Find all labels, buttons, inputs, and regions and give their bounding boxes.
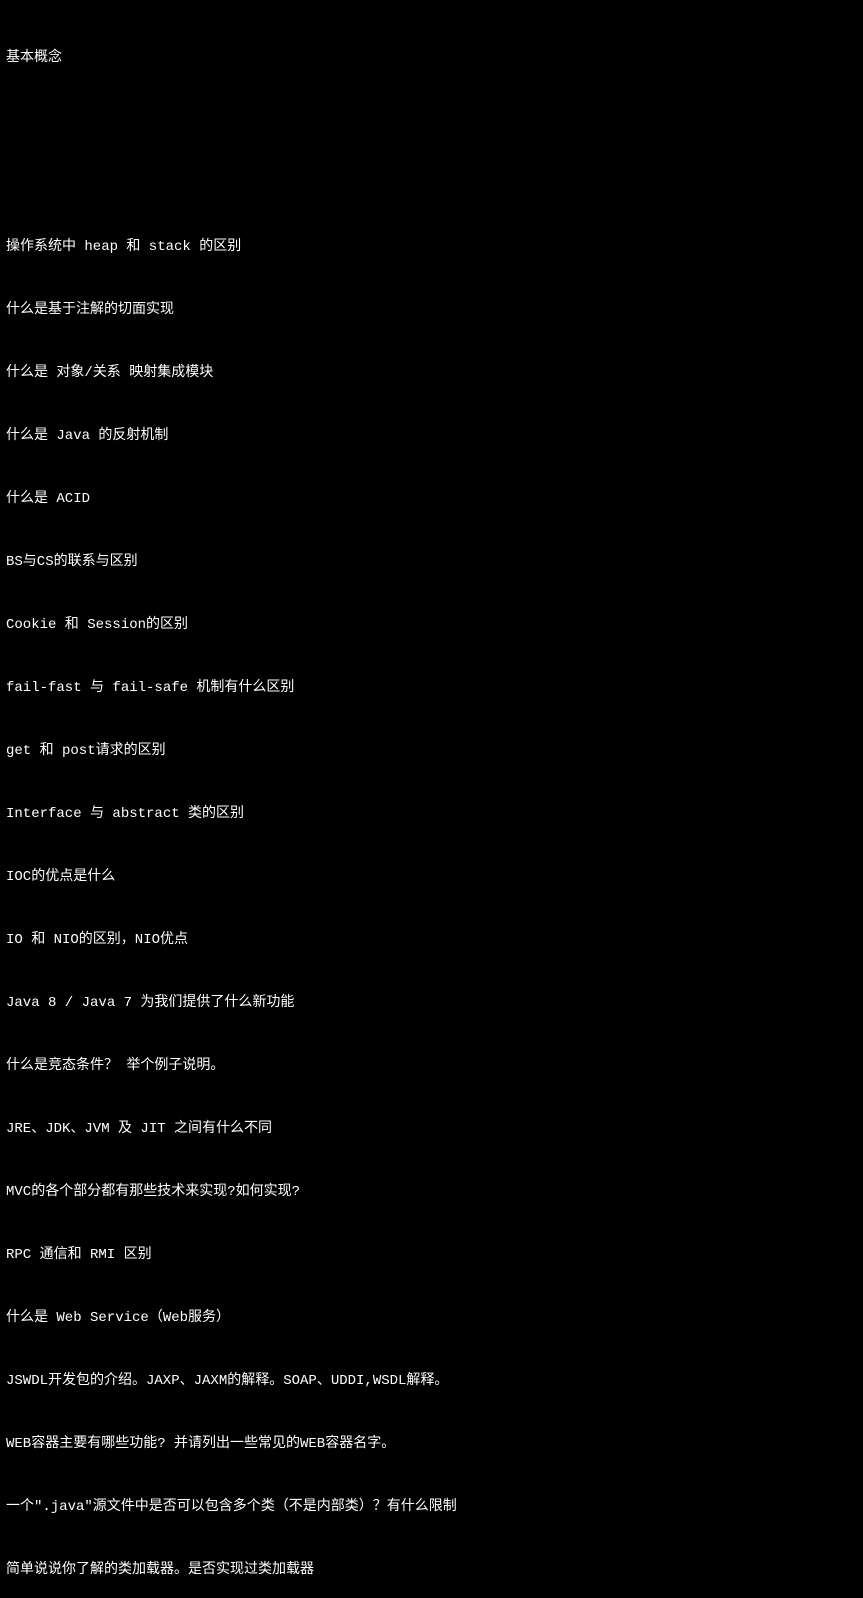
text-line: Cookie 和 Session的区别 [6,615,857,636]
text-line: IO 和 NIO的区别，NIO优点 [6,930,857,951]
text-line: IOC的优点是什么 [6,867,857,888]
text-line: get 和 post请求的区别 [6,741,857,762]
text-line: 什么是竞态条件？ 举个例子说明。 [6,1056,857,1077]
text-line [6,111,857,132]
terminal-output: 基本概念 操作系统中 heap 和 stack 的区别 什么是基于注解的切面实现… [6,6,857,1598]
text-line: WEB容器主要有哪些功能? 并请列出一些常见的WEB容器名字。 [6,1434,857,1455]
text-line: 基本概念 [6,48,857,69]
text-line: 操作系统中 heap 和 stack 的区别 [6,237,857,258]
text-line: RPC 通信和 RMI 区别 [6,1245,857,1266]
text-line: fail-fast 与 fail-safe 机制有什么区别 [6,678,857,699]
text-line: 什么是基于注解的切面实现 [6,300,857,321]
text-line: 一个".java"源文件中是否可以包含多个类（不是内部类）？有什么限制 [6,1497,857,1518]
text-line: 什么是 ACID [6,489,857,510]
text-line: BS与CS的联系与区别 [6,552,857,573]
text-line: 什么是 Web Service（Web服务） [6,1308,857,1329]
text-line: Interface 与 abstract 类的区别 [6,804,857,825]
text-line: 什么是 对象/关系 映射集成模块 [6,363,857,384]
text-line [6,174,857,195]
text-line: 简单说说你了解的类加载器。是否实现过类加载器 [6,1560,857,1581]
text-line: Java 8 / Java 7 为我们提供了什么新功能 [6,993,857,1014]
text-line: JRE、JDK、JVM 及 JIT 之间有什么不同 [6,1119,857,1140]
text-line: 什么是 Java 的反射机制 [6,426,857,447]
text-line: JSWDL开发包的介绍。JAXP、JAXM的解释。SOAP、UDDI,WSDL解… [6,1371,857,1392]
text-line: MVC的各个部分都有那些技术来实现?如何实现? [6,1182,857,1203]
